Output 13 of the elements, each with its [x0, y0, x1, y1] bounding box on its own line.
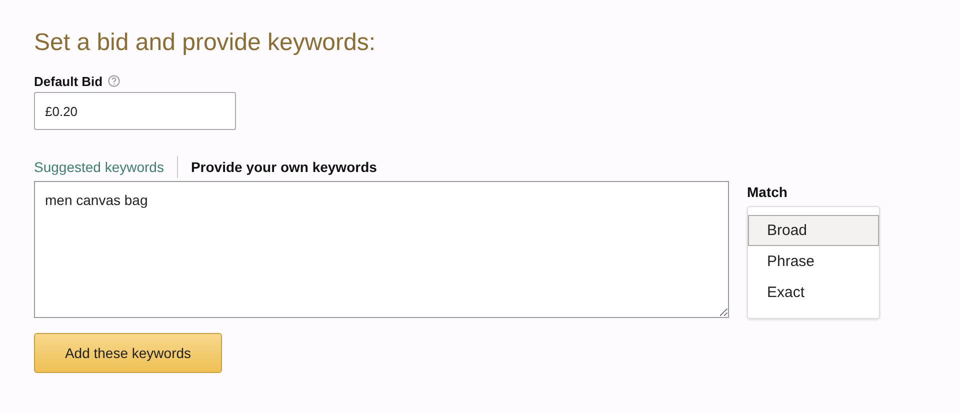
- field-label: Match: [747, 184, 788, 202]
- bid-field[interactable]: £0.20: [34, 92, 236, 130]
- section-heading: Set a bid and provide keywords:: [34, 28, 377, 58]
- add-keywords-button[interactable]: Add these keywords: [34, 333, 222, 373]
- match-option[interactable]: Exact: [748, 277, 879, 308]
- match-listbox[interactable]: Broad Phrase Exact: [747, 206, 880, 319]
- match-option[interactable]: Phrase: [748, 246, 879, 277]
- keywords-field[interactable]: men canvas bag: [34, 181, 729, 318]
- keywords-tab[interactable]: Provide your own keywords: [190, 159, 377, 175]
- help-icon[interactable]: [108, 75, 120, 87]
- match-option[interactable]: Broad: [748, 215, 879, 246]
- field-label: Default Bid: [34, 74, 103, 88]
- keywords-tab[interactable]: Suggested keywords: [34, 159, 164, 175]
